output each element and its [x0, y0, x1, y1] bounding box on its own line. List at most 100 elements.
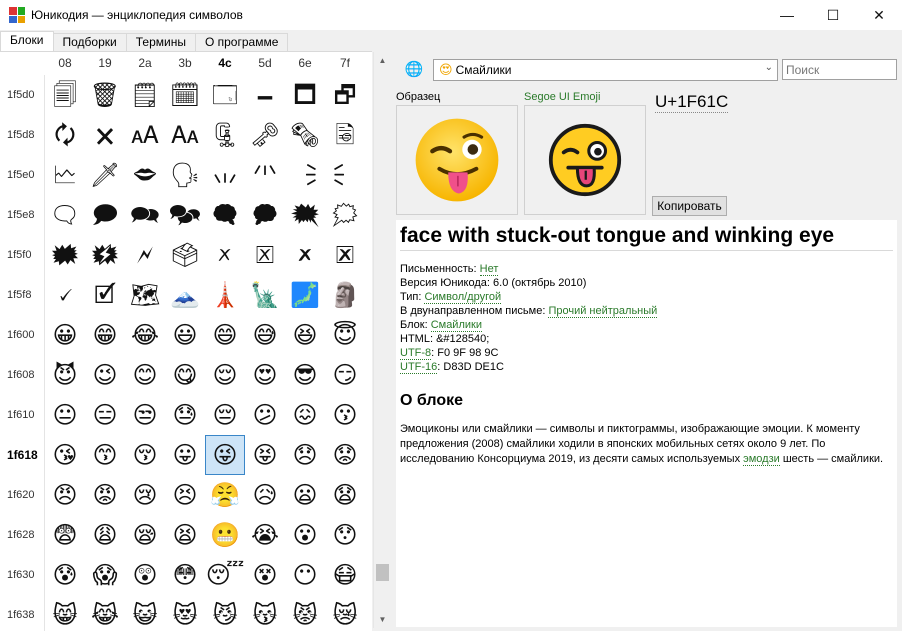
grid-scrollbar[interactable]: ▲ ▼	[373, 52, 390, 628]
minimize-button[interactable]: —	[764, 0, 810, 30]
char-cell[interactable]: 😓	[165, 395, 205, 435]
char-cell[interactable]: 😡	[85, 475, 125, 515]
char-cell[interactable]: 🗔	[205, 75, 245, 115]
char-cell[interactable]: 😶	[285, 555, 325, 595]
selected-char-cell[interactable]: 😜	[205, 435, 245, 475]
char-cell[interactable]: 🗭	[245, 195, 285, 235]
char-cell[interactable]: 🗳	[165, 235, 205, 275]
char-cell[interactable]: 😦	[285, 475, 325, 515]
char-cell[interactable]: 😹	[85, 595, 125, 631]
char-cell[interactable]: 😧	[325, 475, 365, 515]
char-cell[interactable]: 😒	[125, 395, 165, 435]
char-cell[interactable]: 😿	[325, 595, 365, 631]
char-cell[interactable]: 🗲	[125, 235, 165, 275]
char-cell[interactable]: 😐	[45, 395, 85, 435]
char-cell[interactable]: 😕	[245, 395, 285, 435]
char-cell[interactable]: 😟	[325, 435, 365, 475]
char-cell[interactable]: 😯	[325, 515, 365, 555]
copy-button[interactable]: Копировать	[652, 196, 727, 216]
char-cell[interactable]: 🗕	[245, 75, 285, 115]
char-cell[interactable]: 😽	[245, 595, 285, 631]
char-cell[interactable]: 😖	[285, 395, 325, 435]
char-cell[interactable]: 😲	[125, 555, 165, 595]
char-cell[interactable]: 🗻	[165, 275, 205, 315]
char-cell[interactable]: 🗾	[285, 275, 325, 315]
char-cell[interactable]: 😇	[325, 315, 365, 355]
char-cell[interactable]: 😂	[125, 315, 165, 355]
utf16-link[interactable]: UTF-16	[400, 361, 438, 374]
char-cell[interactable]: 😚	[125, 435, 165, 475]
char-cell[interactable]: 😅	[245, 315, 285, 355]
char-cell[interactable]: 🗚	[125, 115, 165, 155]
char-cell[interactable]: 🗟	[325, 115, 365, 155]
char-cell[interactable]: 😛	[165, 435, 205, 475]
char-cell[interactable]: 😙	[85, 435, 125, 475]
char-cell[interactable]: 😳	[165, 555, 205, 595]
script-link[interactable]: Нет	[479, 263, 499, 276]
char-cell[interactable]: 😷	[325, 555, 365, 595]
char-cell[interactable]: 😠	[45, 475, 85, 515]
char-cell[interactable]: 😱	[85, 555, 125, 595]
char-cell[interactable]: 😪	[125, 515, 165, 555]
char-cell[interactable]: 🗹	[85, 275, 125, 315]
char-cell[interactable]: 😭	[245, 515, 285, 555]
char-cell[interactable]: 😁	[85, 315, 125, 355]
scrollbar-thumb[interactable]	[376, 564, 389, 581]
char-cell[interactable]: 😝	[245, 435, 285, 475]
char-cell[interactable]: 😗	[325, 395, 365, 435]
scroll-down-icon[interactable]: ▼	[374, 611, 391, 628]
char-cell[interactable]: 🗫	[165, 195, 205, 235]
char-cell[interactable]: 🗝	[245, 115, 285, 155]
char-cell[interactable]: 🗨	[45, 195, 85, 235]
char-cell[interactable]: 😮	[285, 515, 325, 555]
block-select[interactable]: 😍 Смайлики ⌄	[433, 59, 778, 81]
char-cell[interactable]: 🗬	[205, 195, 245, 235]
char-cell[interactable]: 🗩	[85, 195, 125, 235]
char-cell[interactable]: 😰	[45, 555, 85, 595]
char-cell[interactable]: 🗿	[325, 275, 365, 315]
tab-collections[interactable]: Подборки	[52, 33, 127, 51]
char-cell[interactable]: 😔	[205, 395, 245, 435]
char-cell[interactable]: 🗗	[325, 75, 365, 115]
char-cell[interactable]: 😢	[125, 475, 165, 515]
bidi-link[interactable]: Прочий нейтральный	[548, 305, 658, 318]
globe-icon[interactable]: 🌐	[403, 59, 425, 79]
char-cell[interactable]: 🗐	[45, 75, 85, 115]
char-cell[interactable]: 😬	[205, 515, 245, 555]
char-cell[interactable]: 🗞	[285, 115, 325, 155]
chevron-down-icon[interactable]: ⌄	[765, 62, 773, 73]
char-cell[interactable]: 😸	[45, 595, 85, 631]
char-cell[interactable]: 😾	[285, 595, 325, 631]
char-cell[interactable]: 🗒	[125, 75, 165, 115]
close-button[interactable]: ✕	[856, 0, 902, 30]
tab-blocks[interactable]: Блоки	[0, 31, 54, 51]
search-input[interactable]	[782, 59, 897, 80]
char-cell[interactable]: 😀	[45, 315, 85, 355]
utf8-link[interactable]: UTF-8	[400, 347, 432, 360]
tab-terms[interactable]: Термины	[125, 33, 196, 51]
char-cell[interactable]: 🗣	[165, 155, 205, 195]
char-cell[interactable]: 🗛	[165, 115, 205, 155]
char-cell[interactable]: 😉	[85, 355, 125, 395]
char-cell[interactable]: 😋	[165, 355, 205, 395]
char-cell[interactable]: 🗙	[85, 115, 125, 155]
char-cell[interactable]: 😎	[285, 355, 325, 395]
char-cell[interactable]: 😻	[165, 595, 205, 631]
char-cell[interactable]: 😃	[165, 315, 205, 355]
char-cell[interactable]: 🗜	[205, 115, 245, 155]
char-cell[interactable]: 🗑	[85, 75, 125, 115]
char-cell[interactable]: 😘	[45, 435, 85, 475]
char-cell[interactable]: 🗧	[325, 155, 365, 195]
char-cell[interactable]: 😏	[325, 355, 365, 395]
char-cell[interactable]: 😑	[85, 395, 125, 435]
block-link[interactable]: Смайлики	[430, 319, 482, 332]
char-cell[interactable]: 😩	[85, 515, 125, 555]
char-cell[interactable]: 😫	[165, 515, 205, 555]
char-cell[interactable]: 🗷	[325, 235, 365, 275]
char-cell[interactable]: 🗶	[285, 235, 325, 275]
char-cell[interactable]: 😞	[285, 435, 325, 475]
char-cell[interactable]: 🗢	[125, 155, 165, 195]
char-cell[interactable]: 😥	[245, 475, 285, 515]
char-cell[interactable]: 🗮	[285, 195, 325, 235]
char-cell[interactable]: 🗡	[85, 155, 125, 195]
